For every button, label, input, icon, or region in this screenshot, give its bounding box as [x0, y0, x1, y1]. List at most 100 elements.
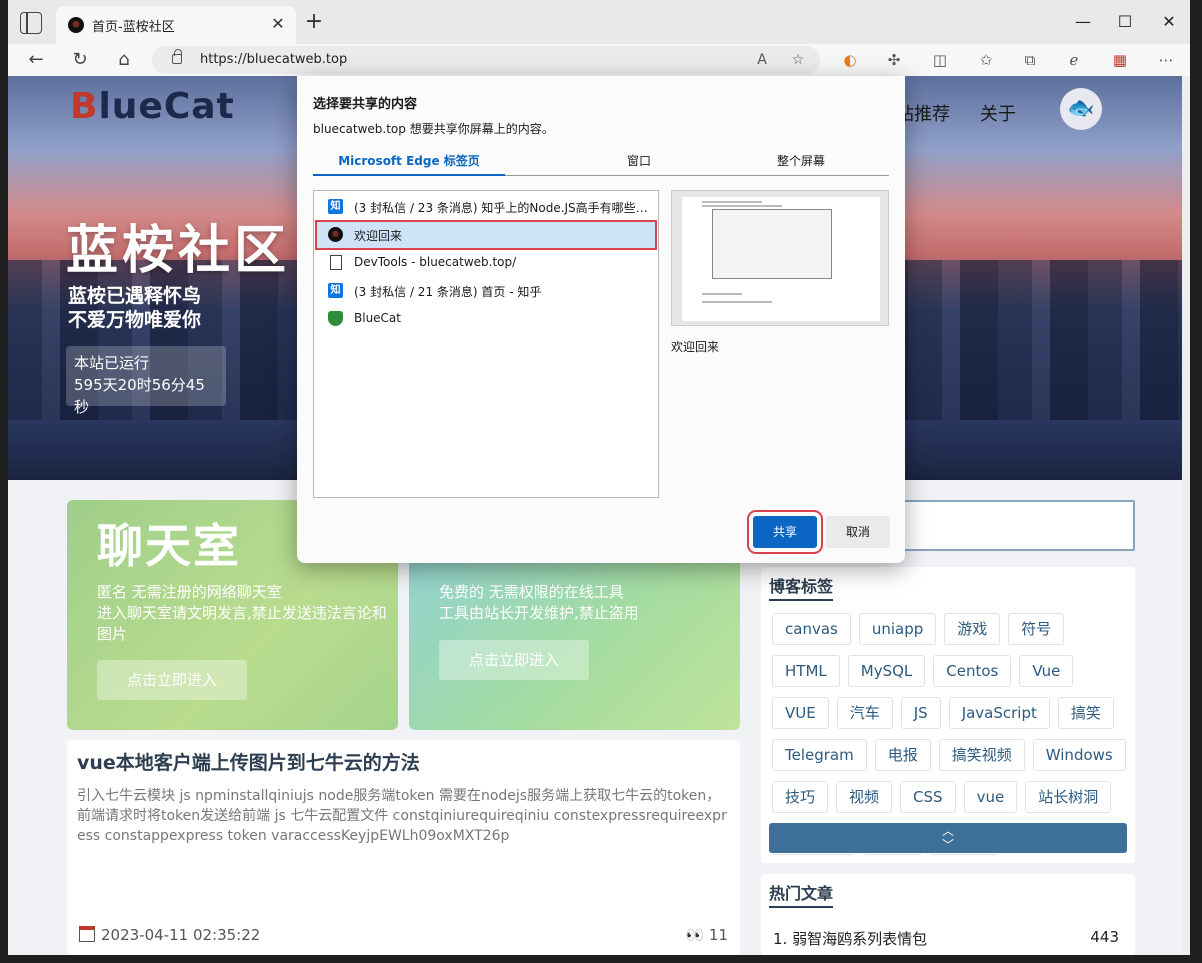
hero-title: 蓝桉社区 |: [66, 221, 336, 281]
minimize-icon[interactable]: —: [1068, 10, 1098, 34]
hero-subtitle: 蓝桉已遇释怀鸟 不爱万物唯爱你: [68, 284, 201, 332]
share-row-selected[interactable]: 欢迎回来: [315, 220, 657, 250]
extensions-icon[interactable]: ✣: [884, 50, 904, 70]
profile-icon[interactable]: ▦: [1110, 50, 1130, 70]
logo-rest: lueCat: [98, 86, 235, 127]
tag-item[interactable]: 电报: [874, 739, 931, 771]
bluecat-favicon-icon: [328, 227, 343, 242]
dialog-title: 选择要共享的内容: [313, 97, 418, 112]
share-source-list: 知 (3 封私信 / 23 条消息) 知乎上的Node.JS高手有哪些？ - 知…: [313, 190, 659, 498]
preview-line: [702, 301, 772, 303]
maximize-icon[interactable]: ☐: [1110, 10, 1140, 34]
preview-caption: 欢迎回来: [671, 340, 720, 354]
page-scrollbar[interactable]: [1182, 76, 1190, 955]
share-row[interactable]: 知 (3 封私信 / 23 条消息) 知乎上的Node.JS高手有哪些？ - 知…: [316, 193, 656, 221]
tab-active[interactable]: 首页-蓝桉社区 ✕: [56, 6, 296, 44]
tab-edge-tabs[interactable]: Microsoft Edge 标签页: [313, 152, 505, 176]
article-title[interactable]: vue本地客户端上传图片到七牛云的方法: [77, 748, 420, 775]
tools-enter-button[interactable]: 点击立即进入: [439, 640, 589, 680]
tag-item[interactable]: 游戏: [944, 613, 1001, 645]
hot-article-count: 443: [1090, 928, 1119, 946]
hot-articles-panel: 热门文章 1. 弱智海鸥系列表情包 443: [761, 874, 1135, 955]
tag-item[interactable]: CSS: [900, 781, 956, 813]
share-row[interactable]: DevTools - bluecatweb.top/: [316, 249, 656, 277]
share-row[interactable]: 知 (3 封私信 / 21 条消息) 首页 - 知乎: [316, 277, 656, 305]
article-views-count: 11: [708, 926, 728, 944]
article-card[interactable]: vue本地客户端上传图片到七牛云的方法 引入七牛云模块 js npminstal…: [67, 740, 740, 955]
edge-icon[interactable]: ℯ: [1064, 50, 1084, 70]
tag-item[interactable]: 符号: [1008, 613, 1065, 645]
home-icon[interactable]: ⌂: [112, 48, 136, 72]
sidebar-search-input[interactable]: [870, 500, 1135, 551]
chatroom-description: 匿名 无需注册的网络聊天室 进入聊天室请文明发言,禁止发送违法言论和图片: [97, 583, 387, 643]
calendar-icon: [79, 926, 95, 942]
back-icon[interactable]: ←: [24, 48, 48, 72]
tag-item[interactable]: Telegram: [772, 739, 867, 771]
preview-line: [702, 201, 762, 203]
collections-icon[interactable]: ⧉: [1020, 50, 1040, 70]
fish-avatar-icon[interactable]: 🐟: [1060, 88, 1102, 130]
tag-item[interactable]: Windows: [1032, 739, 1126, 771]
tag-item[interactable]: 站长树洞: [1025, 781, 1112, 813]
tag-item[interactable]: 搞笑视频: [938, 739, 1025, 771]
more-menu-icon[interactable]: ⋯: [1156, 50, 1176, 70]
close-window-icon[interactable]: ✕: [1154, 10, 1184, 34]
site-logo[interactable]: BlueCat: [70, 86, 235, 127]
tags-title: 博客标签: [769, 573, 834, 601]
preview-line: [702, 205, 782, 207]
tag-item[interactable]: HTML: [772, 655, 840, 687]
preview-line: [702, 293, 742, 295]
tag-item[interactable]: 视频: [836, 781, 893, 813]
article-date-text: 2023-04-11 02:35:22: [101, 926, 261, 944]
tag-item[interactable]: Vue: [1019, 655, 1074, 687]
favorites-icon[interactable]: ✩: [976, 50, 996, 70]
article-excerpt: 引入七牛云模块 js npminstallqiniujs node服务端toke…: [77, 788, 727, 844]
read-aloud-icon[interactable]: A: [752, 50, 772, 70]
tag-list: canvas uniapp 游戏 符号 HTML MySQL Centos Vue VUE 汽车 J…: [772, 613, 1128, 855]
tab-close-icon[interactable]: ✕: [268, 14, 288, 34]
uptime-box: 本站已运行 595天20时56分45秒: [66, 346, 226, 416]
tags-panel: 博客标签 canvas uniapp 游戏 符号 HTML MySQL Centos Vue V…: [761, 567, 1135, 863]
address-bar[interactable]: https://bluecatweb.top A ☆: [152, 46, 820, 74]
tag-item[interactable]: canvas: [772, 613, 851, 645]
desktop-left-edge: [0, 0, 8, 963]
tag-item[interactable]: MySQL: [847, 655, 926, 687]
dialog-subtitle: bluecatweb.top 想要共享你屏幕上的内容。: [313, 122, 554, 136]
tab-entire-screen[interactable]: 整个屏幕: [705, 152, 897, 169]
url-text[interactable]: https://bluecatweb.top: [200, 52, 347, 67]
uptime-value: 595天20时56分45秒: [74, 376, 205, 416]
tab-actions-icon[interactable]: [20, 12, 42, 34]
tag-item[interactable]: uniapp: [858, 613, 937, 645]
nav-link-about[interactable]: 关于: [980, 100, 1016, 126]
preview-page: [682, 197, 880, 321]
new-tab-icon[interactable]: +: [304, 11, 324, 33]
chatroom-enter-button[interactable]: 点击立即进入: [97, 660, 247, 700]
split-screen-icon[interactable]: ◫: [930, 50, 950, 70]
chatroom-title: 聊天室: [97, 519, 241, 573]
tag-item[interactable]: 技巧: [772, 781, 829, 813]
tags-expand-button[interactable]: ︿ ﹀: [769, 823, 1127, 853]
uptime-label: 本站已运行: [74, 354, 150, 372]
lock-icon[interactable]: [172, 49, 182, 64]
share-row-label: (3 封私信 / 23 条消息) 知乎上的Node.JS高手有哪些？ - 知乎: [354, 201, 650, 215]
refresh-icon[interactable]: ↻: [68, 48, 92, 72]
hero-subtitle-line-1: 蓝桉已遇释怀鸟: [68, 285, 202, 307]
cancel-button[interactable]: 取消: [826, 516, 890, 548]
share-button[interactable]: 共享: [747, 510, 823, 554]
tag-item[interactable]: 搞笑: [1057, 697, 1114, 729]
share-row[interactable]: BlueCat: [316, 305, 656, 333]
tag-item[interactable]: Centos: [933, 655, 1012, 687]
tag-item[interactable]: 汽车: [836, 697, 893, 729]
bluecat-favicon-icon: [68, 17, 84, 33]
eyes-icon: 👀: [685, 926, 709, 944]
share-row-label: 欢迎回来: [354, 229, 403, 243]
tag-item[interactable]: JS: [900, 697, 941, 729]
tag-item[interactable]: VUE: [772, 697, 829, 729]
logo-letter: B: [70, 86, 99, 127]
edge-drop-icon[interactable]: ◐: [840, 50, 860, 70]
hot-article-item[interactable]: 1. 弱智海鸥系列表情包 443: [773, 928, 1119, 949]
tag-item[interactable]: JavaScript: [948, 697, 1050, 729]
preview-window: [712, 209, 832, 279]
tag-item[interactable]: vue: [963, 781, 1018, 813]
add-favorite-icon[interactable]: ☆: [788, 50, 808, 70]
